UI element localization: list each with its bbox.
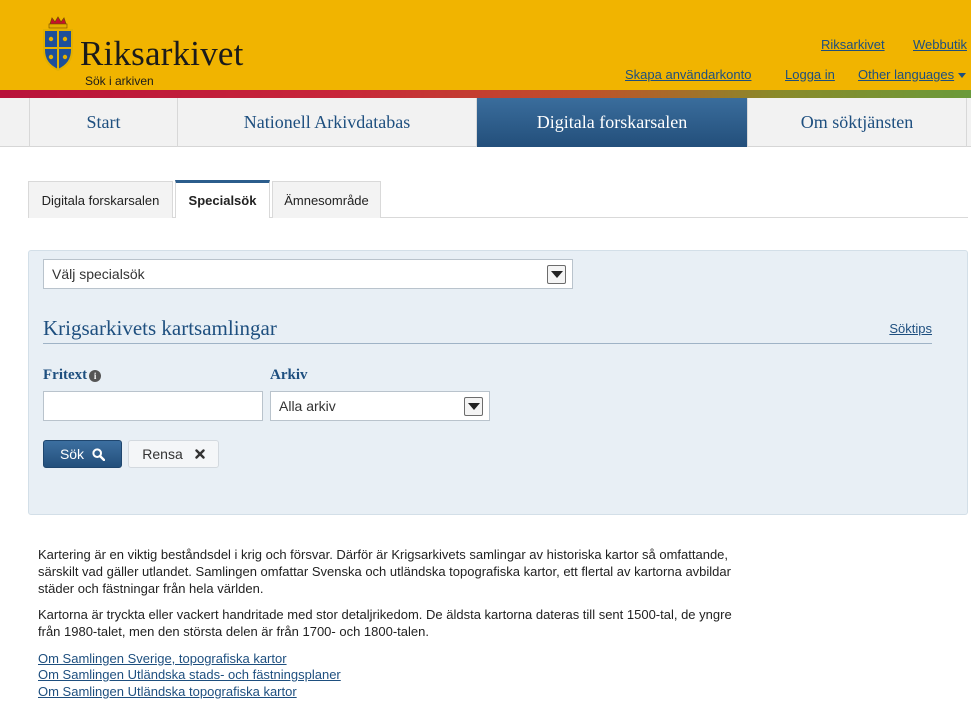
tab-amnesomrade[interactable]: Ämnesområde — [272, 181, 381, 218]
section-divider — [43, 343, 932, 344]
nav-om-soktjansten[interactable]: Om söktjänsten — [747, 98, 967, 147]
dropdown-arrow-icon — [464, 397, 483, 416]
logo-subtitle: Sök i arkiven — [85, 74, 154, 88]
info-icon[interactable]: i — [89, 369, 102, 382]
search-icon — [92, 447, 106, 461]
arkiv-label: Arkiv — [270, 367, 308, 383]
nav-start[interactable]: Start — [29, 98, 177, 147]
intro-paragraph-1: Kartering är en viktig beståndsdel i kri… — [38, 547, 731, 596]
search-panel — [28, 250, 968, 515]
nav-digitala-forskarsalen[interactable]: Digitala forskarsalen — [476, 98, 747, 147]
arkiv-select-value: Alla arkiv — [279, 398, 336, 414]
tab-digitala-forskarsalen[interactable]: Digitala forskarsalen — [28, 181, 173, 218]
special-search-select[interactable]: Välj specialsök — [43, 259, 573, 289]
search-button[interactable]: Sök — [43, 440, 122, 468]
fritext-input[interactable] — [43, 391, 263, 421]
login-link[interactable]: Logga in — [785, 67, 835, 82]
main-nav: Start Nationell Arkivdatabas Digitala fo… — [0, 98, 971, 147]
fritext-label: Fritext i — [43, 367, 102, 384]
link-utlandska-topografiska[interactable]: Om Samlingen Utländska topografiska kart… — [38, 684, 297, 699]
create-account-link[interactable]: Skapa användarkonto — [625, 67, 751, 82]
tab-specialsok[interactable]: Specialsök — [175, 180, 270, 218]
arkiv-select[interactable]: Alla arkiv — [270, 391, 490, 421]
language-label: Other languages — [858, 67, 955, 82]
crest-icon — [43, 16, 73, 72]
fritext-label-text: Fritext — [43, 367, 88, 383]
header-stripe — [0, 90, 971, 98]
search-button-label: Sök — [59, 446, 85, 462]
clear-button[interactable]: Rensa — [128, 440, 219, 468]
link-utlandska-stadsplaner[interactable]: Om Samlingen Utländska stads- och fästni… — [38, 667, 341, 682]
language-menu[interactable]: Other languages — [858, 67, 967, 82]
dropdown-arrow-icon — [547, 265, 566, 284]
riksarkivet-link[interactable]: Riksarkivet — [821, 37, 885, 52]
intro-paragraph-2: Kartorna är tryckta eller vackert handri… — [38, 607, 732, 639]
site-header: Riksarkivet Sök i arkiven Riksarkivet We… — [0, 0, 971, 92]
link-sverige-topografiska[interactable]: Om Samlingen Sverige, topografiska karto… — [38, 651, 287, 666]
close-icon — [195, 449, 205, 459]
section-title: Krigsarkivets kartsamlingar — [43, 316, 277, 340]
nav-nationell-arkivdatabas[interactable]: Nationell Arkivdatabas — [177, 98, 476, 147]
clear-button-label: Rensa — [142, 446, 183, 462]
search-tips-link[interactable]: Söktips — [889, 321, 932, 336]
special-search-value: Välj specialsök — [52, 266, 145, 282]
logo-title[interactable]: Riksarkivet — [80, 34, 244, 74]
chevron-down-icon — [958, 73, 967, 79]
webbutik-link[interactable]: Webbutik — [913, 37, 967, 52]
